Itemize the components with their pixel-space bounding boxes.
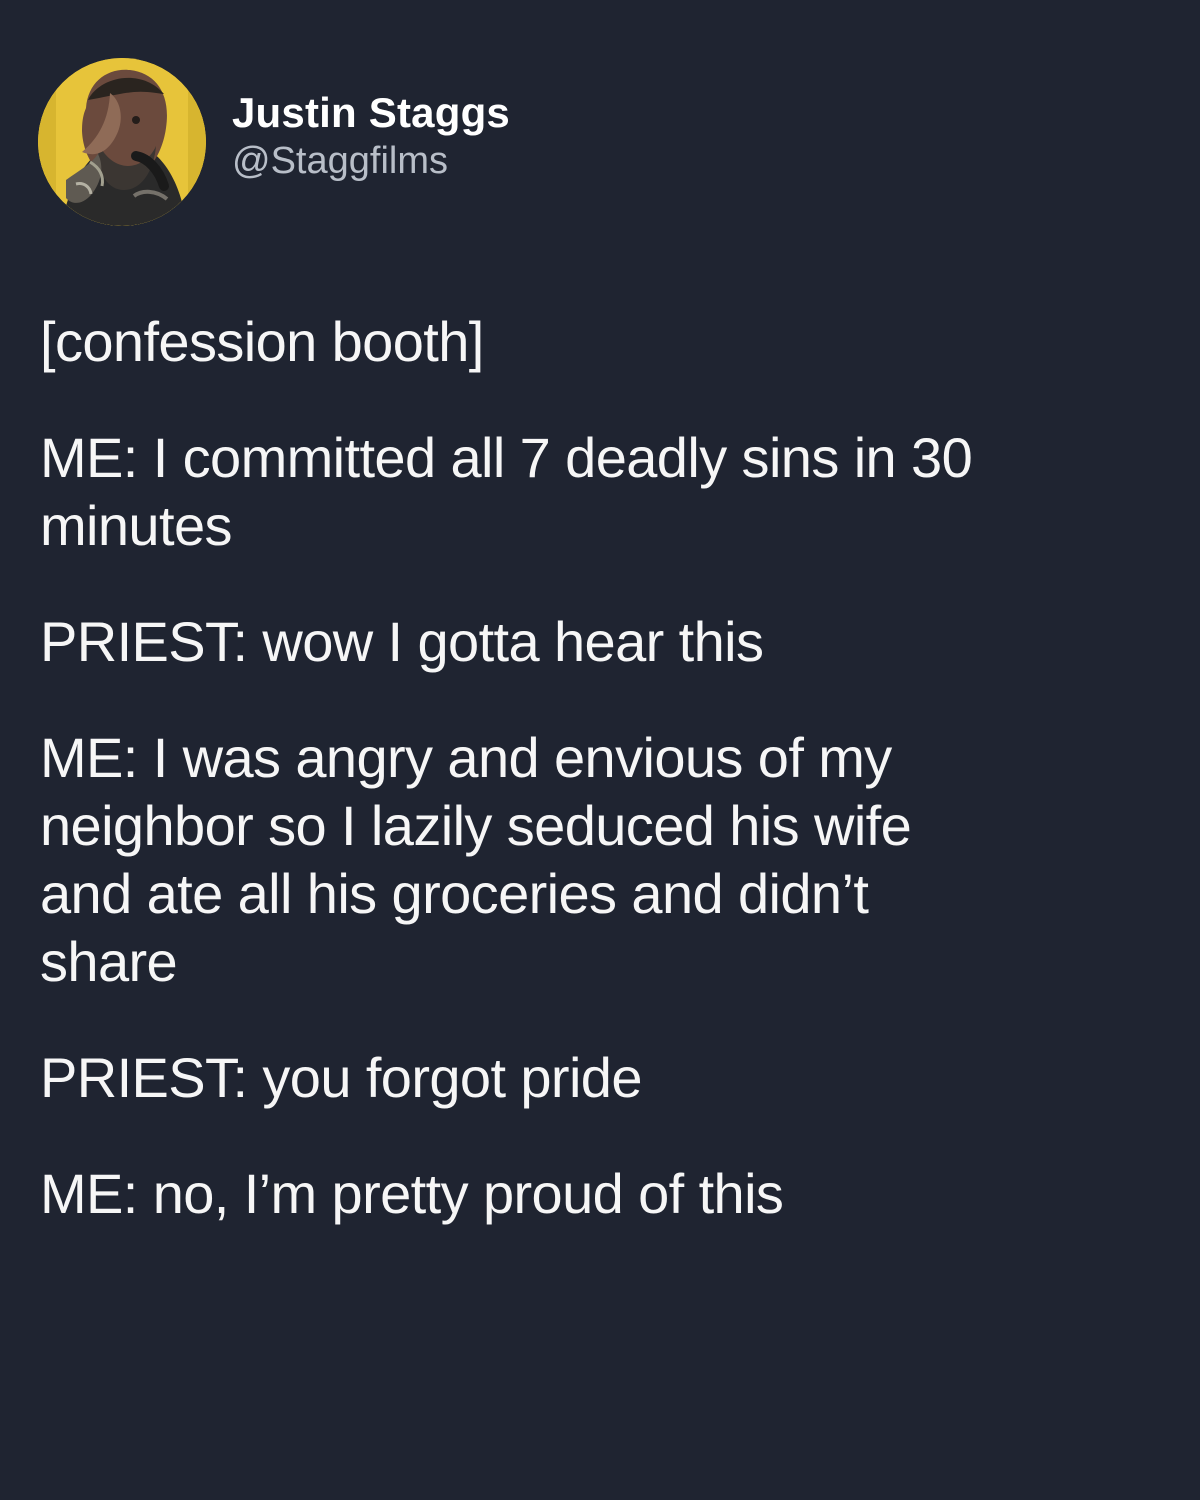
tweet-line-me-3: ME: no, I’m pretty proud of this xyxy=(40,1162,784,1225)
tweet-line-me-2c: and ate all his groceries and didn’t xyxy=(40,862,869,925)
tweet-line-title: [confession booth] xyxy=(40,310,484,373)
avatar[interactable] xyxy=(38,58,206,226)
tweet-line-me-1a: ME: I committed all 7 deadly sins in 30 xyxy=(40,426,973,489)
tweet-line-me-2b: neighbor so I lazily seduced his wife xyxy=(40,794,912,857)
user-handle[interactable]: @Staggfilms xyxy=(232,138,510,186)
user-meta: Justin Staggs @Staggfilms xyxy=(232,89,510,186)
tweet-header: Justin Staggs @Staggfilms xyxy=(38,58,510,226)
tweet-card: Justin Staggs @Staggfilms [confession bo… xyxy=(0,0,1200,1500)
tweet-line-priest-2: PRIEST: you forgot pride xyxy=(40,1046,643,1109)
tweet-line-me-2a: ME: I was angry and envious of my xyxy=(40,726,892,789)
tweet-body: [confession booth] ME: I committed all 7… xyxy=(40,308,1160,1228)
tweet-line-me-1b: minutes xyxy=(40,494,232,557)
display-name[interactable]: Justin Staggs xyxy=(232,89,510,136)
tweet-line-me-2d: share xyxy=(40,930,178,993)
tweet-line-priest-1: PRIEST: wow I gotta hear this xyxy=(40,610,764,673)
